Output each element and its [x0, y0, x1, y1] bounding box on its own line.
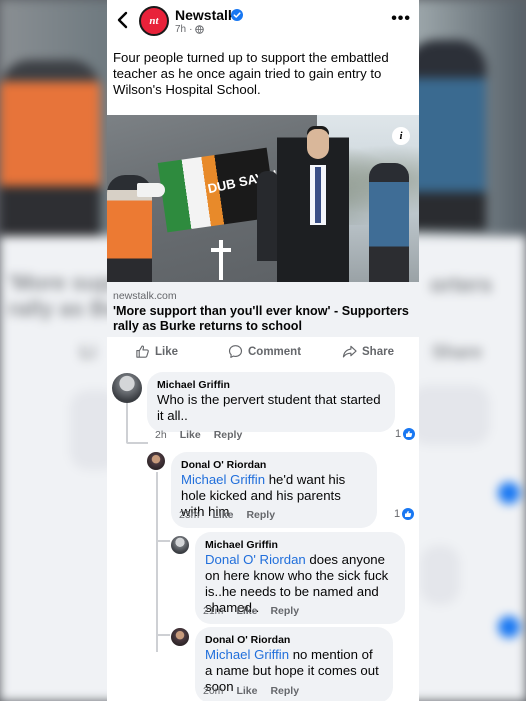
more-options-icon[interactable]: •••	[391, 10, 411, 28]
comment-meta: 20m Like Reply	[203, 685, 299, 697]
bg-right-fragment: orters	[430, 272, 493, 297]
photo-man-face	[307, 129, 329, 159]
bg-subline: rally as Bu	[8, 296, 120, 321]
comment-meta: 21m Like Reply	[203, 605, 299, 617]
comment-time: 20m	[203, 685, 224, 697]
bg-reaction-badge	[498, 482, 520, 504]
comment-time: 21m	[203, 605, 224, 617]
bg-like: Li	[80, 342, 96, 362]
comment-reactions[interactable]: 1	[395, 428, 416, 440]
back-arrow-icon[interactable]	[113, 9, 133, 31]
like-reaction-icon	[402, 508, 415, 520]
comment-time: 2h	[155, 429, 167, 441]
bg-worker-figure	[0, 60, 100, 240]
page-avatar[interactable]: nt	[139, 6, 169, 36]
commenter-avatar[interactable]	[112, 373, 142, 403]
mention-link[interactable]: Donal O' Riordan	[205, 552, 306, 567]
thread-line	[126, 442, 148, 444]
comment-reply-button[interactable]: Reply	[270, 685, 299, 697]
comment-like-button[interactable]: Like	[212, 509, 233, 521]
comment-reply-button[interactable]: Reply	[270, 605, 299, 617]
share-arrow-icon	[342, 345, 357, 358]
page-name[interactable]: Newstalk	[175, 7, 236, 23]
thread-line	[156, 634, 170, 636]
comment-author[interactable]: Donal O' Riordan	[205, 634, 383, 647]
comment-reply-button[interactable]: Reply	[246, 509, 275, 521]
comment-reply-button[interactable]: Reply	[214, 429, 243, 441]
link-title: 'More support than you'll ever know' - S…	[113, 304, 409, 333]
globe-icon	[195, 25, 205, 34]
comment-button[interactable]: Comment	[228, 344, 301, 359]
photo-bystander-right	[369, 163, 409, 282]
bg-bubble	[410, 385, 490, 445]
thumbs-up-icon	[136, 345, 149, 358]
comment-time: 23m	[179, 509, 200, 521]
like-button[interactable]: Like	[135, 344, 178, 359]
verified-badge-icon	[231, 9, 243, 21]
comment-like-button[interactable]: Like	[180, 429, 201, 441]
comment-author[interactable]: Michael Griffin	[205, 539, 395, 552]
comment-author[interactable]: Donal O' Riordan	[181, 459, 367, 472]
comment-bubble-icon	[228, 345, 243, 358]
post-header: nt Newstalk 7h · •••	[107, 0, 419, 42]
thread-line	[126, 402, 128, 442]
share-label: Share	[362, 345, 394, 358]
mention-link[interactable]: Michael Griffin	[205, 647, 289, 662]
bg-share: Share	[432, 342, 483, 362]
post-text: Four people turned up to support the emb…	[113, 50, 389, 97]
meta-separator: ·	[189, 24, 193, 35]
comment-meta: 2h Like Reply	[155, 429, 242, 441]
info-icon[interactable]: i	[392, 127, 410, 145]
post-time: 7h	[175, 24, 187, 35]
share-button[interactable]: Share	[342, 344, 394, 359]
comment-meta: 23m Like Reply	[179, 509, 275, 521]
photo-cross-bar	[211, 248, 231, 252]
post-meta: 7h ·	[175, 24, 205, 35]
comment-reactions[interactable]: 1	[394, 508, 415, 520]
commenter-avatar[interactable]	[147, 452, 165, 470]
reaction-count: 1	[394, 508, 401, 520]
mention-link[interactable]: Michael Griffin	[181, 472, 265, 487]
thread-line	[156, 472, 158, 652]
commenter-avatar[interactable]	[171, 536, 189, 554]
link-preview[interactable]: newstalk.com 'More support than you'll e…	[107, 282, 419, 337]
post-photo[interactable]: DUB SAVING i	[107, 115, 419, 282]
like-reaction-icon	[403, 428, 416, 440]
bg-bubble	[420, 545, 460, 605]
comment-like-button[interactable]: Like	[236, 685, 257, 697]
comment-bubble: Michael Griffin Who is the pervert stude…	[147, 372, 395, 432]
comment-author[interactable]: Michael Griffin	[157, 379, 385, 392]
comment-label: Comment	[248, 345, 302, 358]
post-card: nt Newstalk 7h · ••• Four people turned …	[107, 0, 419, 701]
commenter-avatar[interactable]	[171, 628, 189, 646]
comment-text: Who is the pervert student that started …	[157, 392, 381, 423]
page-logo-text: nt	[149, 15, 159, 27]
photo-bystander	[257, 171, 279, 261]
bg-reaction-badge	[498, 616, 520, 638]
photo-megaphone	[137, 183, 165, 197]
photo-tie	[315, 167, 321, 223]
thread-line	[156, 540, 170, 542]
link-domain: newstalk.com	[113, 290, 177, 302]
reaction-count: 1	[395, 428, 402, 440]
post-actions: Like Comment Share	[107, 340, 419, 366]
like-label: Like	[155, 345, 179, 358]
comment-like-button[interactable]: Like	[236, 605, 257, 617]
photo-cross	[219, 240, 223, 280]
